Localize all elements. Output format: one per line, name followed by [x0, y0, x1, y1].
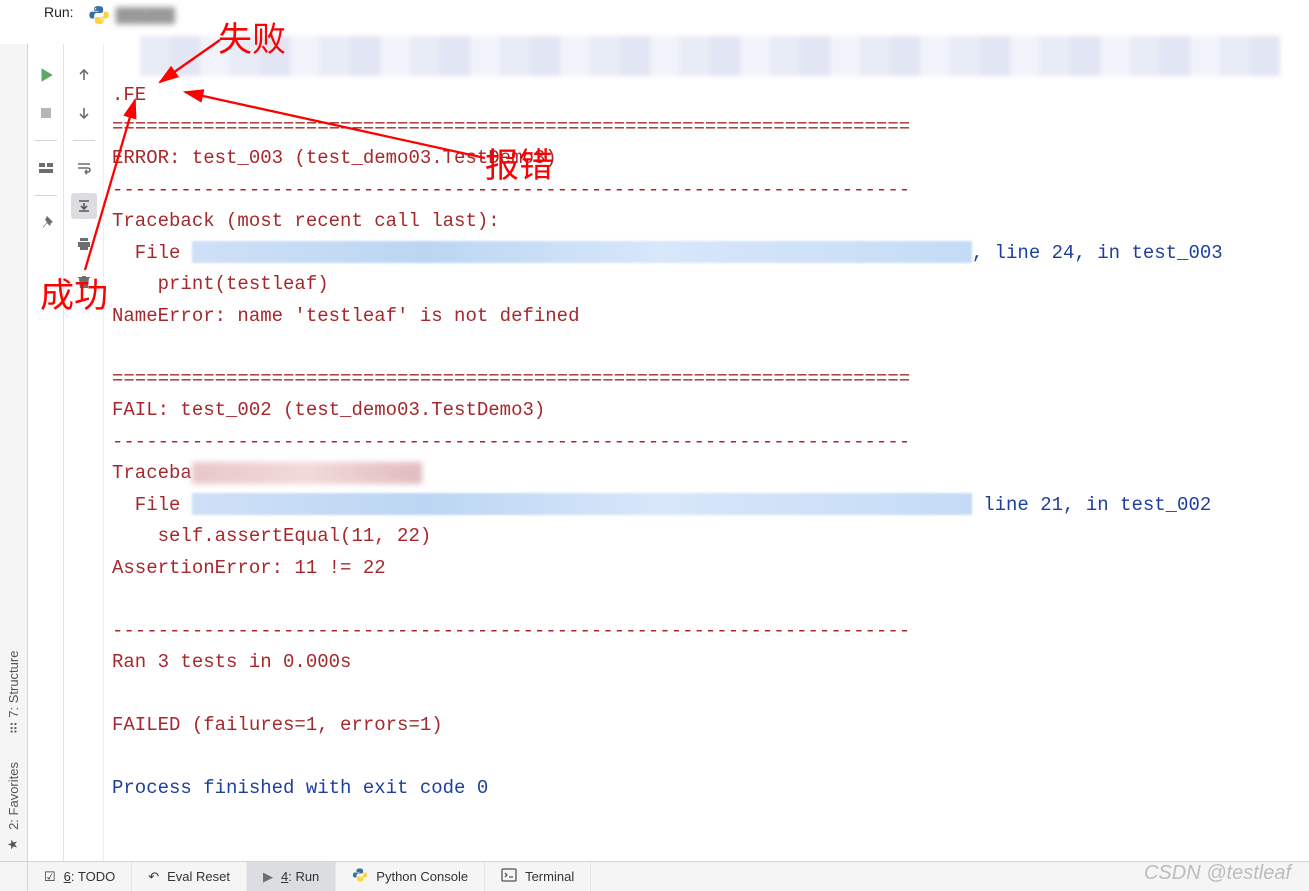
run-tab[interactable]: ▶ 4: Run [247, 862, 336, 891]
console-actions-gutter [64, 44, 104, 861]
stop-button[interactable] [33, 100, 59, 126]
separator [73, 140, 95, 141]
print-button[interactable] [71, 231, 97, 257]
terminal-label: Terminal [525, 869, 574, 884]
eval-reset-label: Eval Reset [167, 869, 230, 884]
python-console-label: Python Console [376, 869, 468, 884]
file-path-redacted [192, 493, 972, 515]
structure-toolwindow-button[interactable]: ⠿ 7: Structure [6, 651, 21, 734]
down-stack-button[interactable] [71, 100, 97, 126]
terminal-icon [501, 867, 517, 886]
run-actions-gutter [28, 44, 64, 861]
left-toolwindow-stripe: ⠿ 7: Structure ★ 2: Favorites [0, 44, 28, 861]
eval-reset-tab[interactable]: ↶ Eval Reset [132, 862, 247, 891]
favorites-toolwindow-button[interactable]: ★ 2: Favorites [6, 762, 21, 851]
todo-tab[interactable]: ☑ 6: TODO [28, 862, 132, 891]
separator [35, 195, 57, 196]
scroll-to-end-button[interactable] [71, 193, 97, 219]
trash-icon [76, 274, 92, 290]
todo-icon: ☑ [44, 869, 56, 885]
soft-wrap-icon [76, 160, 92, 176]
python-icon [88, 4, 110, 26]
clear-button[interactable] [71, 269, 97, 295]
python-console-tab[interactable]: Python Console [336, 862, 485, 891]
bottom-toolwindow-stripe: ☑ 6: TODO ↶ Eval Reset ▶ 4: Run Python C… [0, 861, 1309, 891]
print-icon [76, 236, 92, 252]
play-icon [37, 66, 55, 84]
run-config-tab[interactable]: ██████ [78, 2, 186, 28]
console-text: .FE ====================================… [104, 44, 1309, 813]
structure-label: 7: Structure [6, 651, 21, 718]
blurred-region [140, 36, 1280, 76]
layout-icon [38, 160, 54, 176]
scroll-end-icon [76, 198, 92, 214]
terminal-tab[interactable]: Terminal [485, 862, 591, 891]
trace-redacted [192, 462, 422, 484]
layout-button[interactable] [33, 155, 59, 181]
soft-wrap-button[interactable] [71, 155, 97, 181]
run-config-name-blurred: ██████ [116, 7, 176, 23]
undo-icon: ↶ [148, 869, 159, 885]
file-path-redacted [192, 241, 972, 263]
python-icon [352, 867, 368, 886]
arrow-down-icon [76, 105, 92, 121]
console-output-panel[interactable]: .FE ====================================… [104, 44, 1309, 861]
play-icon: ▶ [263, 869, 273, 885]
structure-icon: ⠿ [9, 722, 19, 737]
separator [35, 140, 57, 141]
favorites-label: 2: Favorites [6, 762, 21, 830]
arrow-up-icon [76, 67, 92, 83]
up-stack-button[interactable] [71, 62, 97, 88]
run-header-label: Run: [40, 2, 78, 24]
stop-icon [38, 105, 54, 121]
pin-button[interactable] [33, 210, 59, 236]
star-icon: ★ [6, 836, 21, 851]
rerun-button[interactable] [33, 62, 59, 88]
pin-icon [38, 215, 54, 231]
